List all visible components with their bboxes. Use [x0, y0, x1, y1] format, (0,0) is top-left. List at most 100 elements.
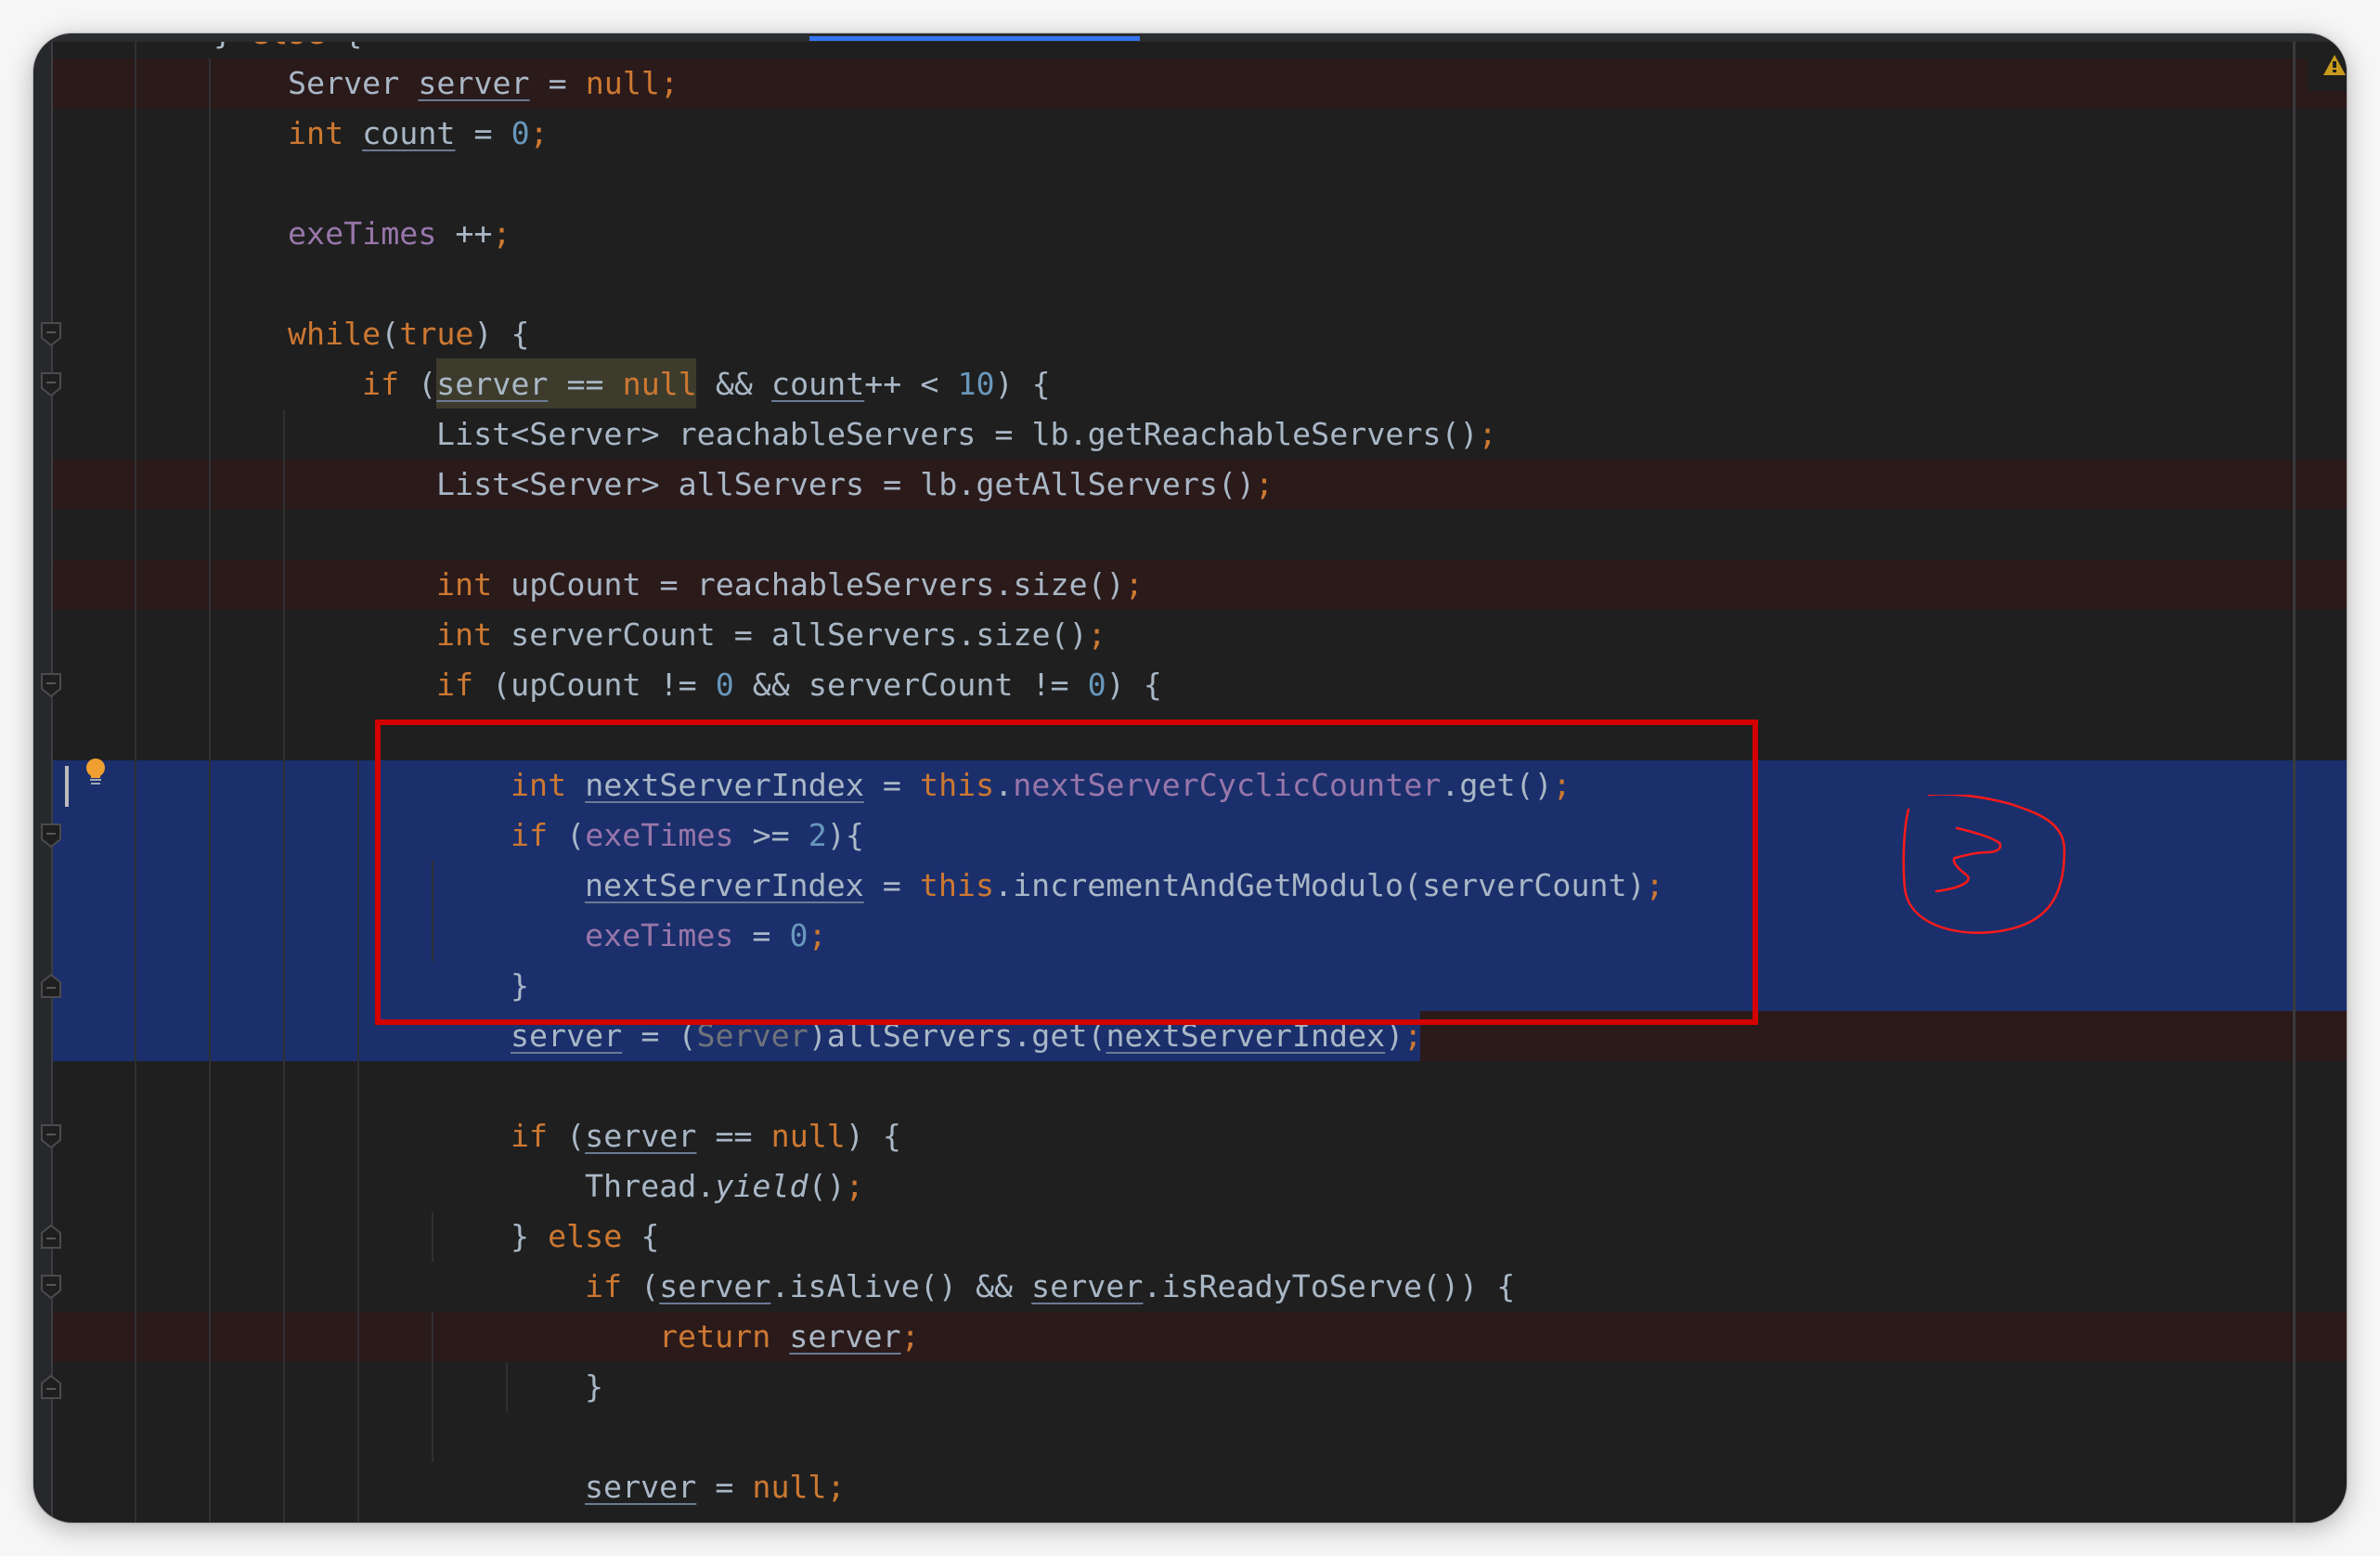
code-token: .incrementAndGetModulo(serverCount) — [994, 867, 1646, 903]
code-token: server — [659, 1268, 771, 1304]
code-line[interactable] — [52, 1061, 2347, 1111]
fold-collapse-icon[interactable] — [41, 322, 61, 346]
code-text[interactable]: } — [585, 1362, 603, 1412]
code-token: server — [418, 65, 530, 101]
code-text[interactable]: Thread.yield(); — [585, 1161, 864, 1212]
fold-collapse-icon[interactable] — [41, 372, 61, 396]
code-line[interactable] — [52, 1462, 2347, 1512]
code-token: this — [919, 867, 995, 903]
code-text[interactable]: return server; — [659, 1312, 920, 1362]
code-text[interactable]: if (server == null && count++ < 10) { — [362, 359, 1051, 409]
code-text[interactable]: exeTimes ++; — [288, 209, 511, 259]
code-token: = — [529, 65, 586, 101]
code-text[interactable]: List<Server> allServers = lb.getAllServe… — [436, 460, 1274, 510]
code-token: nextServerIndex — [1106, 1018, 1386, 1054]
warning-triangle-icon[interactable] — [2322, 54, 2347, 76]
code-text[interactable]: server = null; — [585, 1462, 846, 1512]
code-token: server — [585, 1118, 697, 1154]
code-text[interactable]: exeTimes = 0; — [585, 911, 827, 961]
code-token: true — [399, 316, 474, 352]
fold-end-icon[interactable] — [41, 974, 61, 998]
lightbulb-icon[interactable] — [85, 759, 106, 786]
code-text[interactable]: if (server.isAlive() && server.isReadyTo… — [585, 1262, 1515, 1312]
code-text[interactable]: if (upCount != 0 && serverCount != 0) { — [436, 660, 1162, 710]
code-line[interactable] — [52, 159, 2347, 209]
code-line[interactable] — [52, 660, 2347, 710]
code-line[interactable] — [52, 1312, 2347, 1362]
gutter[interactable] — [33, 33, 52, 1523]
fold-end-icon[interactable] — [41, 1375, 61, 1399]
code-token: ; — [845, 1168, 864, 1204]
code-line[interactable] — [52, 560, 2347, 610]
code-token: ; — [826, 1469, 846, 1505]
code-line[interactable] — [52, 1161, 2347, 1212]
code-token: nextServerCyclicCounter — [1013, 767, 1442, 803]
code-token: = — [733, 917, 790, 953]
fold-end-icon[interactable] — [41, 1225, 61, 1249]
fold-collapse-icon[interactable] — [41, 1275, 61, 1299]
code-token: } — [511, 967, 530, 1004]
code-line[interactable] — [52, 1111, 2347, 1161]
code-text[interactable]: int upCount = reachableServers.size(); — [436, 560, 1144, 610]
code-text[interactable]: int count = 0; — [288, 109, 549, 159]
code-token: 10 — [957, 366, 995, 402]
code-text[interactable]: Server server = null; — [288, 58, 679, 109]
code-text[interactable]: } — [511, 961, 529, 1011]
code-text[interactable]: } else { — [511, 1212, 659, 1262]
code-token: 0 — [1087, 667, 1106, 703]
code-text[interactable]: while(true) { — [288, 309, 530, 359]
code-token: server — [585, 1469, 697, 1505]
code-line[interactable] — [52, 1362, 2347, 1412]
code-token: List<Server> allServers = lb.getAllServe… — [436, 466, 1256, 502]
code-token: () — [808, 1168, 846, 1204]
code-token: null — [585, 65, 660, 101]
code-token: ) { — [473, 316, 530, 352]
editor-tab-strip — [33, 33, 2347, 42]
code-line[interactable] — [52, 1412, 2347, 1462]
code-line[interactable] — [52, 1212, 2347, 1262]
code-token: = ( — [622, 1018, 697, 1054]
code-token: 0 — [511, 115, 530, 151]
code-token: = — [696, 1469, 753, 1505]
code-token: ; — [1478, 416, 1497, 452]
code-line[interactable] — [52, 510, 2347, 560]
code-text[interactable]: nextServerIndex = this.incrementAndGetMo… — [585, 861, 1664, 911]
code-token: int — [511, 767, 567, 803]
code-line[interactable] — [52, 610, 2347, 660]
code-line[interactable] — [52, 259, 2347, 309]
code-token: ; — [1087, 616, 1106, 653]
code-text[interactable]: int nextServerIndex = this.nextServerCyc… — [511, 760, 1572, 810]
code-token: ){ — [826, 817, 864, 853]
code-token: { — [622, 1218, 660, 1254]
active-tab-indicator[interactable] — [809, 36, 1140, 41]
code-line[interactable] — [52, 961, 2347, 1011]
code-token: ( — [548, 1118, 586, 1154]
code-token: = — [863, 867, 920, 903]
code-token: ) { — [1106, 667, 1162, 703]
code-text[interactable]: int serverCount = allServers.size(); — [436, 610, 1106, 660]
code-token: ++ < — [864, 366, 958, 402]
code-token: serverCount = allServers.size() — [492, 616, 1088, 653]
code-token: } — [511, 1218, 549, 1254]
fold-collapse-icon[interactable] — [41, 673, 61, 697]
code-token: int — [288, 115, 344, 151]
code-token: int — [436, 566, 493, 603]
fold-collapse-icon[interactable] — [41, 1124, 61, 1148]
code-token: ( — [381, 316, 400, 352]
code-token: ++ — [436, 215, 493, 252]
code-text[interactable]: if (server == null) { — [511, 1111, 901, 1161]
code-token: ; — [659, 65, 679, 101]
code-token: exeTimes — [585, 817, 734, 853]
code-text[interactable]: server = (Server)allServers.get(nextServ… — [511, 1011, 1422, 1061]
code-token: List<Server> reachableServers = lb.getRe… — [436, 416, 1479, 452]
code-text[interactable]: if (exeTimes >= 2){ — [511, 810, 864, 861]
code-token: server — [436, 366, 549, 402]
code-text[interactable]: List<Server> reachableServers = lb.getRe… — [436, 409, 1497, 460]
code-line[interactable] — [52, 710, 2347, 760]
indent-guide — [209, 58, 211, 1523]
fold-collapse-icon[interactable] — [41, 823, 61, 848]
code-token: ; — [900, 1318, 920, 1355]
